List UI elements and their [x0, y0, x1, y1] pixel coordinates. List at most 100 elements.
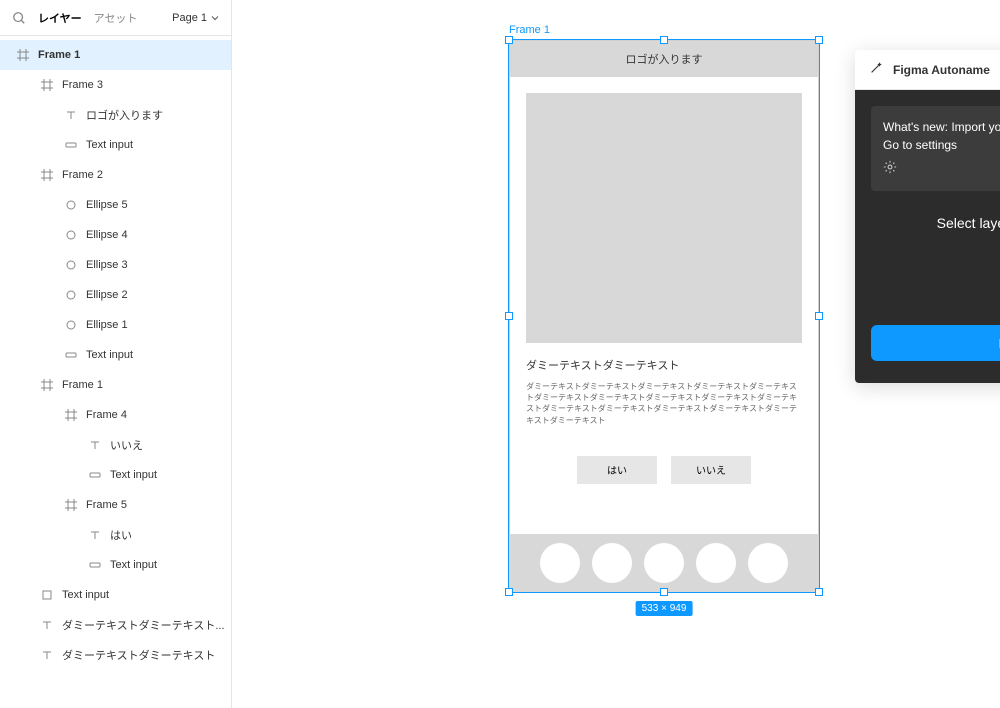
gear-icon	[883, 160, 897, 179]
layer-row[interactable]: Text input	[0, 340, 231, 370]
layer-row[interactable]: Frame 3	[0, 70, 231, 100]
layer-row[interactable]: Ellipse 2	[0, 280, 231, 310]
logo-text: ロゴが入ります	[626, 51, 703, 67]
layer-row[interactable]: Ellipse 4	[0, 220, 231, 250]
layer-row[interactable]: Frame 4	[0, 400, 231, 430]
canvas[interactable]: Frame 1 ロゴが入ります ダミーテキストダミーテキスト ダミーテキストダミ…	[232, 0, 1000, 708]
frame-container[interactable]: ロゴが入ります ダミーテキストダミーテキスト ダミーテキストダミーテキストダミー…	[509, 40, 819, 592]
frame-icon	[40, 378, 54, 392]
search-icon[interactable]	[12, 11, 26, 25]
frame-icon	[40, 78, 54, 92]
layer-label: Frame 1	[38, 49, 80, 61]
design-frame: ロゴが入ります ダミーテキストダミーテキスト ダミーテキストダミーテキストダミー…	[509, 40, 819, 592]
panel-header: レイヤー アセット Page 1	[0, 0, 231, 36]
layer-label: Text input	[62, 589, 109, 601]
layer-row[interactable]: Frame 1	[0, 370, 231, 400]
design-footer	[509, 534, 819, 592]
frame-icon	[16, 48, 30, 62]
banner-text: What's new: Import your own Teachable Ma…	[883, 118, 1000, 154]
design-buttons: はい いいえ	[526, 456, 802, 484]
text-icon	[64, 108, 78, 122]
layer-label: Frame 2	[62, 169, 103, 181]
layer-row[interactable]: Text input	[0, 460, 231, 490]
input-icon	[88, 468, 102, 482]
input-icon	[64, 348, 78, 362]
layer-row[interactable]: ロゴが入ります	[0, 100, 231, 130]
footer-circle	[696, 543, 736, 583]
layers-panel: レイヤー アセット Page 1 Frame 1 Frame 3 ロゴが入ります Te…	[0, 0, 232, 708]
layer-label: Ellipse 5	[86, 199, 128, 211]
design-body-text: ダミーテキストダミーテキストダミーテキストダミーテキストダミーテキストダミーテキ…	[526, 381, 802, 426]
layer-row[interactable]: Text input	[0, 550, 231, 580]
design-header: ロゴが入ります	[510, 41, 818, 77]
plugin-instruction: Select layers and press "Name"	[871, 215, 1000, 231]
layer-label: Text input	[110, 469, 157, 481]
layer-label: ロゴが入ります	[86, 107, 163, 123]
ellipse-icon	[64, 318, 78, 332]
text-icon	[88, 438, 102, 452]
footer-circle	[540, 543, 580, 583]
frame-label[interactable]: Frame 1	[509, 24, 550, 36]
design-title: ダミーテキストダミーテキスト	[526, 357, 802, 373]
plugin-panel[interactable]: Figma Autoname What's new: Import your o…	[855, 50, 1000, 383]
layer-row[interactable]: Frame 2	[0, 160, 231, 190]
layer-row[interactable]: Frame 1	[0, 40, 231, 70]
layer-row[interactable]: Ellipse 5	[0, 190, 231, 220]
footer-circle	[748, 543, 788, 583]
layer-row[interactable]: Ellipse 1	[0, 310, 231, 340]
layer-label: Frame 4	[86, 409, 127, 421]
ellipse-icon	[64, 258, 78, 272]
plugin-actions: Name	[871, 325, 1000, 361]
layer-label: ダミーテキストダミーテキスト...	[62, 617, 225, 633]
footer-circle	[644, 543, 684, 583]
plugin-wand-illustration	[871, 249, 1000, 289]
layer-tree: Frame 1 Frame 3 ロゴが入ります Text input Frame 2 El…	[0, 36, 231, 708]
input-icon	[64, 138, 78, 152]
plugin-titlebar[interactable]: Figma Autoname	[855, 50, 1000, 90]
wand-icon	[869, 61, 883, 78]
layer-label: Frame 3	[62, 79, 103, 91]
layer-row[interactable]: ダミーテキストダミーテキスト...	[0, 610, 231, 640]
layer-label: Ellipse 1	[86, 319, 128, 331]
layer-row[interactable]: Text input	[0, 580, 231, 610]
text-icon	[88, 528, 102, 542]
tab-layers[interactable]: レイヤー	[38, 10, 82, 26]
chevron-down-icon	[211, 14, 219, 22]
ellipse-icon	[64, 228, 78, 242]
layer-row[interactable]: はい	[0, 520, 231, 550]
page-selector[interactable]: Page 1	[172, 12, 219, 24]
layer-row[interactable]: いいえ	[0, 430, 231, 460]
frame-icon	[40, 168, 54, 182]
layer-label: Frame 1	[62, 379, 103, 391]
layer-label: Ellipse 4	[86, 229, 128, 241]
layer-row[interactable]: Ellipse 3	[0, 250, 231, 280]
plugin-banner: What's new: Import your own Teachable Ma…	[871, 106, 1000, 191]
design-body: ダミーテキストダミーテキスト ダミーテキストダミーテキストダミーテキストダミーテ…	[510, 77, 818, 500]
layer-label: Text input	[110, 559, 157, 571]
footer-circle	[592, 543, 632, 583]
ellipse-icon	[64, 288, 78, 302]
layer-label: Frame 5	[86, 499, 127, 511]
ellipse-icon	[64, 198, 78, 212]
layer-row[interactable]: Frame 5	[0, 490, 231, 520]
plugin-title: Figma Autoname	[893, 63, 990, 77]
frame-icon	[64, 408, 78, 422]
layer-label: はい	[110, 527, 132, 543]
layer-label: ダミーテキストダミーテキスト	[62, 647, 215, 663]
rect-icon	[40, 588, 54, 602]
layer-label: Text input	[86, 139, 133, 151]
page-label: Page 1	[172, 12, 207, 24]
layer-row[interactable]: Text input	[0, 130, 231, 160]
text-icon	[40, 618, 54, 632]
layer-label: いいえ	[110, 437, 143, 453]
layer-label: Text input	[86, 349, 133, 361]
input-icon	[88, 558, 102, 572]
plugin-body: What's new: Import your own Teachable Ma…	[855, 90, 1000, 383]
frame-icon	[64, 498, 78, 512]
name-button[interactable]: Name	[871, 325, 1000, 361]
design-image-placeholder	[526, 93, 802, 343]
layer-label: Ellipse 2	[86, 289, 128, 301]
tab-assets[interactable]: アセット	[94, 10, 138, 26]
layer-row[interactable]: ダミーテキストダミーテキスト	[0, 640, 231, 670]
design-no-button: いいえ	[671, 456, 751, 484]
